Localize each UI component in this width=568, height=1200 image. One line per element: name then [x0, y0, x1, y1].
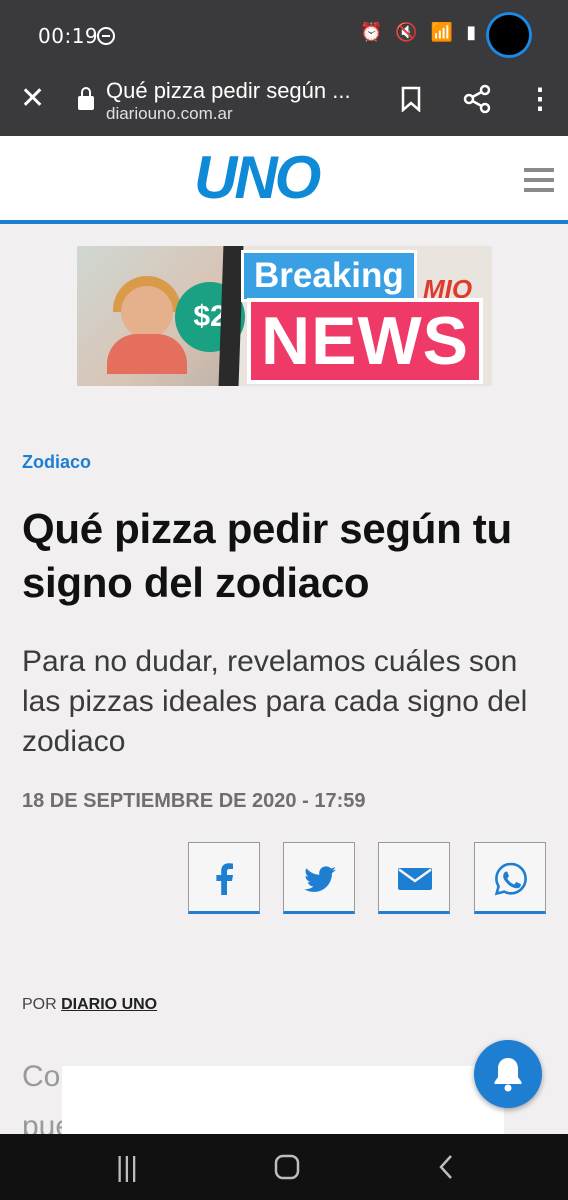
byline: POR DIARIO UNO: [22, 996, 157, 1014]
more-options-icon[interactable]: ⋮: [526, 84, 554, 114]
bell-icon: [494, 1058, 522, 1092]
page-title[interactable]: Qué pizza pedir según ...: [106, 78, 351, 104]
share-icon[interactable]: [462, 84, 492, 114]
home-icon[interactable]: [274, 1154, 300, 1180]
twitter-icon: [304, 866, 336, 892]
do-not-disturb-icon: [97, 27, 115, 45]
bookmark-icon[interactable]: [400, 86, 422, 112]
site-header: UNO: [0, 136, 568, 224]
status-bar: 00:19 ⏰ 🔇 📶 ▮: [0, 0, 568, 70]
site-logo[interactable]: UNO: [194, 148, 321, 208]
overlay-ad-placeholder[interactable]: [62, 1066, 504, 1134]
ad-banner[interactable]: $2 MIO Breaking NEWS: [77, 246, 492, 386]
status-icons: ⏰ 🔇 📶 ▮: [360, 22, 481, 42]
article-category[interactable]: Zodiaco: [22, 452, 91, 473]
back-icon[interactable]: [436, 1154, 456, 1180]
whatsapp-icon: [494, 862, 527, 896]
article-title: Qué pizza pedir según tu signo del zodia…: [22, 505, 512, 606]
ad-divider: [218, 246, 244, 386]
facebook-icon: [216, 863, 233, 895]
byline-author-link[interactable]: DIARIO UNO: [61, 996, 157, 1013]
notifications-bell-button[interactable]: [474, 1040, 542, 1108]
byline-prefix: POR: [22, 996, 57, 1013]
email-icon: [398, 868, 432, 890]
share-facebook-button[interactable]: [188, 842, 260, 914]
ad-news-label: NEWS: [247, 298, 483, 384]
close-icon[interactable]: ✕: [20, 84, 45, 114]
ad-breaking-label: Breaking: [241, 250, 417, 302]
camera-cutout: [486, 12, 532, 58]
article-subtitle: Para no dudar, revelamos cuáles son las …: [22, 645, 528, 758]
article-date: 18 DE SEPTIEMBRE DE 2020 - 17:59: [22, 790, 366, 812]
share-email-button[interactable]: [378, 842, 450, 914]
share-twitter-button[interactable]: [283, 842, 355, 914]
clock: 00:19: [38, 24, 99, 48]
ad-photo-shirt: [107, 334, 187, 374]
share-whatsapp-button[interactable]: [474, 842, 546, 914]
browser-toolbar: ✕ Qué pizza pedir según ... diariouno.co…: [0, 70, 568, 136]
menu-icon[interactable]: [524, 168, 554, 192]
page-domain[interactable]: diariouno.com.ar: [106, 104, 233, 124]
system-nav-bar: |||: [0, 1134, 568, 1200]
lock-icon[interactable]: [78, 87, 94, 110]
recent-apps-icon[interactable]: |||: [116, 1152, 138, 1182]
ad-photo-child: [121, 286, 173, 338]
